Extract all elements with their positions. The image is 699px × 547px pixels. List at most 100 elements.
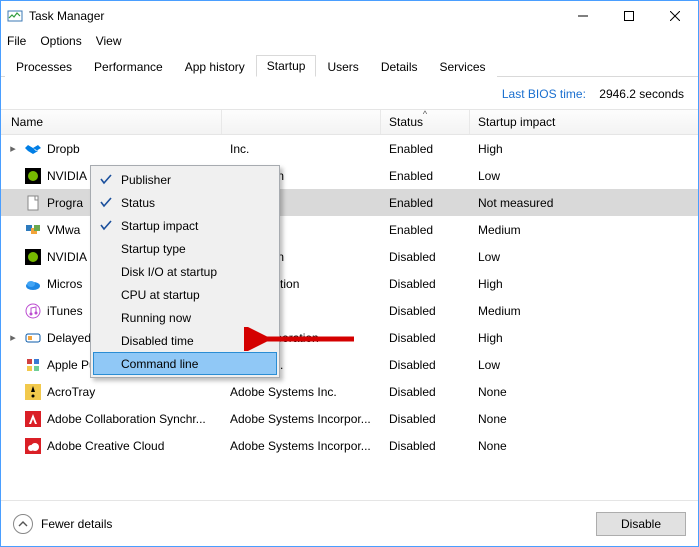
row-impact: Medium — [470, 304, 698, 318]
column-name[interactable]: Name — [1, 110, 222, 134]
context-menu-item[interactable]: Disabled time — [93, 329, 277, 352]
tab-users[interactable]: Users — [316, 56, 369, 77]
check-icon — [99, 218, 113, 232]
cc-icon — [25, 438, 41, 454]
chevron-up-icon — [13, 514, 33, 534]
row-status: Disabled — [381, 304, 470, 318]
context-menu-item[interactable]: Status — [93, 191, 277, 214]
row-impact: None — [470, 439, 698, 453]
row-publisher: Inc. — [222, 142, 381, 156]
column-publisher[interactable] — [222, 110, 381, 134]
bios-time: Last BIOS time: 2946.2 seconds — [1, 77, 698, 109]
sort-caret-icon: ^ — [423, 109, 427, 119]
row-publisher: Adobe Systems Incorpor... — [222, 439, 381, 453]
vmware-icon — [25, 222, 41, 238]
menubar: File Options View — [1, 31, 698, 51]
titlebar: Task Manager — [1, 1, 698, 31]
context-menu-label: Running now — [121, 311, 191, 325]
row-name: NVIDIA — [47, 169, 87, 183]
row-status: Disabled — [381, 358, 470, 372]
expander-icon[interactable]: ▸ — [7, 331, 19, 344]
tab-processes[interactable]: Processes — [5, 56, 83, 77]
context-menu-label: Disabled time — [121, 334, 194, 348]
tab-apphistory[interactable]: App history — [174, 56, 256, 77]
context-menu-label: Command line — [121, 357, 198, 371]
tab-services[interactable]: Services — [429, 56, 497, 77]
row-impact: Not measured — [470, 196, 698, 210]
context-menu-item[interactable]: Publisher — [93, 168, 277, 191]
menu-file[interactable]: File — [7, 34, 26, 48]
context-menu-item[interactable]: Startup type — [93, 237, 277, 260]
row-status: Disabled — [381, 439, 470, 453]
nvidia-icon — [25, 249, 41, 265]
app-icon — [7, 8, 23, 24]
maximize-button[interactable] — [606, 1, 652, 31]
row-status: Enabled — [381, 169, 470, 183]
row-status: Enabled — [381, 196, 470, 210]
fewer-details-button[interactable]: Fewer details — [13, 514, 112, 534]
row-impact: Medium — [470, 223, 698, 237]
intel-icon — [25, 330, 41, 346]
dropbox-icon — [25, 141, 41, 157]
row-status: Enabled — [381, 223, 470, 237]
context-menu-item[interactable]: Disk I/O at startup — [93, 260, 277, 283]
table-row[interactable]: AcroTrayAdobe Systems Inc.DisabledNone — [1, 378, 698, 405]
table-header: Name ^ Status Startup impact — [1, 109, 698, 135]
adobe-icon — [25, 411, 41, 427]
tab-details[interactable]: Details — [370, 56, 429, 77]
row-impact: High — [470, 331, 698, 345]
acro-icon — [25, 384, 41, 400]
menu-options[interactable]: Options — [40, 34, 81, 48]
row-publisher: Adobe Systems Inc. — [222, 385, 381, 399]
context-menu-item[interactable]: CPU at startup — [93, 283, 277, 306]
row-name: AcroTray — [47, 385, 95, 399]
onedrive-icon — [25, 276, 41, 292]
minimize-button[interactable] — [560, 1, 606, 31]
tab-startup[interactable]: Startup — [256, 55, 317, 77]
context-menu-item[interactable]: Running now — [93, 306, 277, 329]
row-impact: None — [470, 412, 698, 426]
context-menu-item[interactable]: Startup impact — [93, 214, 277, 237]
row-impact: Low — [470, 358, 698, 372]
context-menu-label: Startup impact — [121, 219, 198, 233]
column-status[interactable]: ^ Status — [381, 110, 470, 134]
row-status: Disabled — [381, 331, 470, 345]
check-icon — [99, 172, 113, 186]
row-name: iTunes — [47, 304, 83, 318]
context-menu-label: Status — [121, 196, 155, 210]
row-status: Disabled — [381, 385, 470, 399]
tab-performance[interactable]: Performance — [83, 56, 174, 77]
itunes-icon — [25, 303, 41, 319]
file-icon — [25, 195, 41, 211]
row-name: NVIDIA — [47, 250, 87, 264]
table-row[interactable]: ▸DropbInc.EnabledHigh — [1, 135, 698, 162]
row-status: Disabled — [381, 277, 470, 291]
context-menu-label: Startup type — [121, 242, 186, 256]
column-impact[interactable]: Startup impact — [470, 110, 698, 134]
row-impact: High — [470, 142, 698, 156]
bios-label: Last BIOS time: — [502, 87, 586, 101]
row-impact: Low — [470, 250, 698, 264]
row-name: VMwa — [47, 223, 80, 237]
row-status: Disabled — [381, 412, 470, 426]
context-menu-label: Publisher — [121, 173, 171, 187]
context-menu-item[interactable]: Command line — [93, 352, 277, 375]
table-row[interactable]: Adobe Collaboration Synchr...Adobe Syste… — [1, 405, 698, 432]
row-status: Enabled — [381, 142, 470, 156]
disable-button[interactable]: Disable — [596, 512, 686, 536]
row-name: Progra — [47, 196, 83, 210]
tabstrip: Processes Performance App history Startu… — [1, 51, 698, 77]
context-menu-label: CPU at startup — [121, 288, 200, 302]
window-title: Task Manager — [29, 9, 104, 23]
close-button[interactable] — [652, 1, 698, 31]
row-status: Disabled — [381, 250, 470, 264]
row-name: Adobe Collaboration Synchr... — [47, 412, 206, 426]
row-impact: Low — [470, 169, 698, 183]
expander-icon[interactable]: ▸ — [7, 142, 19, 155]
column-context-menu: Publisher Status Startup impact Startup typ… — [90, 165, 280, 378]
bottombar: Fewer details Disable — [1, 500, 698, 546]
table-row[interactable]: Adobe Creative Cloud Adobe Systems Incorp… — [1, 432, 698, 459]
row-name: Adobe Creative Cloud — [47, 439, 164, 453]
menu-view[interactable]: View — [96, 34, 122, 48]
check-icon — [99, 195, 113, 209]
